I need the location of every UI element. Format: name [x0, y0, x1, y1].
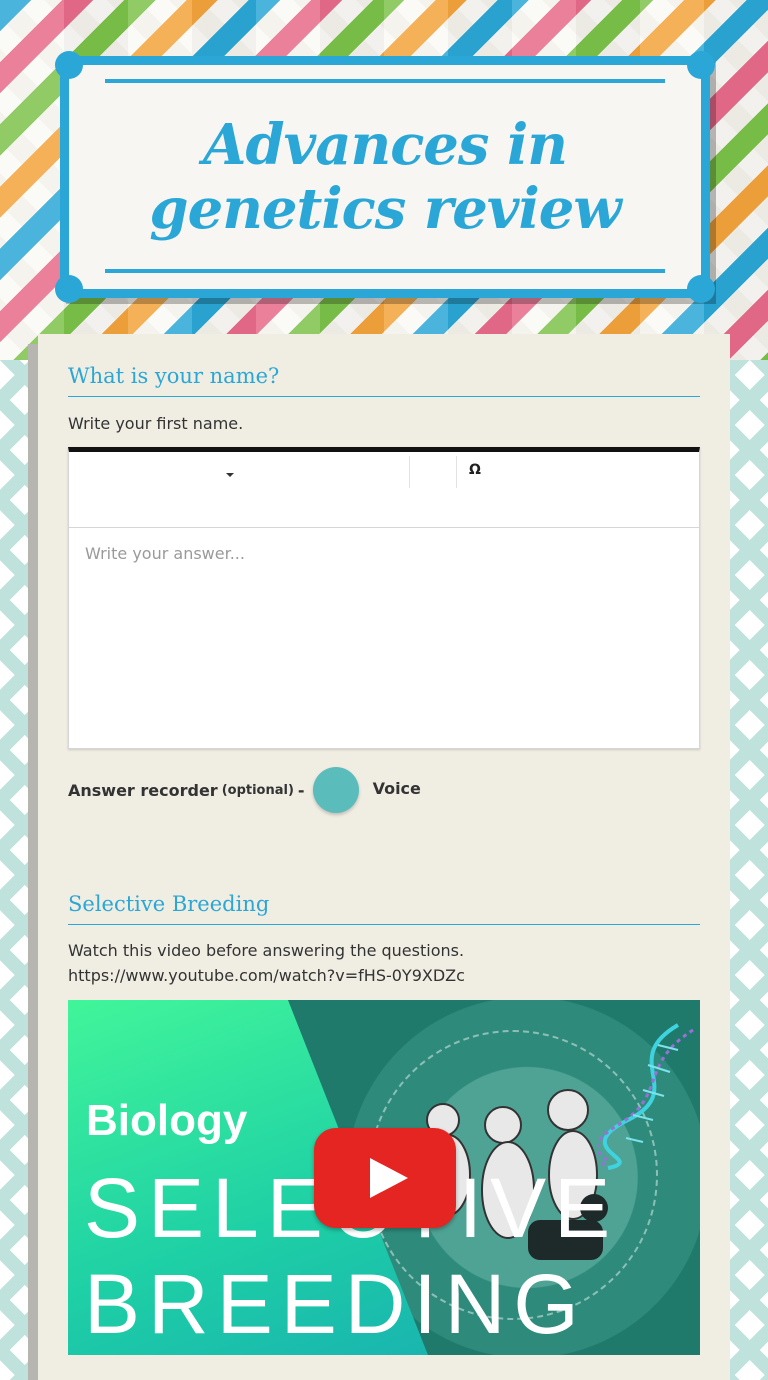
section-title: Selective Breeding	[68, 892, 700, 925]
play-triangle-icon	[370, 1158, 408, 1198]
title-rule-top	[105, 79, 665, 83]
voice-record-button[interactable]	[312, 767, 359, 813]
title-corner	[687, 51, 715, 79]
video-subject: Biology	[86, 1096, 248, 1145]
title-corner	[55, 275, 83, 303]
question-instruction: Write your first name.	[68, 414, 244, 433]
video-url: https://www.youtube.com/watch?v=fHS-0Y9X…	[68, 966, 465, 985]
toolbar-separator	[456, 456, 457, 488]
toolbar-separator	[409, 456, 410, 488]
title-corner	[687, 275, 715, 303]
answer-editor: Ω	[68, 447, 700, 749]
dna-icon	[598, 1023, 694, 1170]
title-card: Advances in genetics review	[55, 51, 715, 303]
video-instruction: Watch this video before answering the qu…	[68, 938, 465, 988]
answer-recorder: Answer recorder (optional) - Voice	[68, 766, 421, 814]
editor-toolbar: Ω	[69, 452, 699, 528]
page-title: Advances in genetics review	[149, 112, 621, 242]
voice-label: Voice	[372, 778, 421, 798]
title-corner	[55, 51, 83, 79]
recorder-dash: -	[297, 780, 305, 800]
omega-icon[interactable]: Ω	[469, 462, 481, 478]
recorder-optional: (optional)	[221, 782, 294, 798]
recorder-label: Answer recorder	[68, 780, 218, 800]
caret-down-icon	[226, 473, 234, 477]
play-button-icon[interactable]	[314, 1128, 456, 1228]
format-dropdown[interactable]	[219, 462, 241, 488]
answer-input[interactable]	[69, 528, 699, 748]
title-rule-bottom	[105, 269, 665, 273]
question-title: What is your name?	[68, 364, 700, 397]
worksheet-content: What is your name? Write your first name…	[28, 334, 730, 1380]
video-embed[interactable]: Biology SELECTIVE BREEDING	[68, 1000, 700, 1355]
video-title-line2: BREEDING	[84, 1257, 587, 1351]
video-instruction-line: Watch this video before answering the qu…	[68, 941, 465, 960]
